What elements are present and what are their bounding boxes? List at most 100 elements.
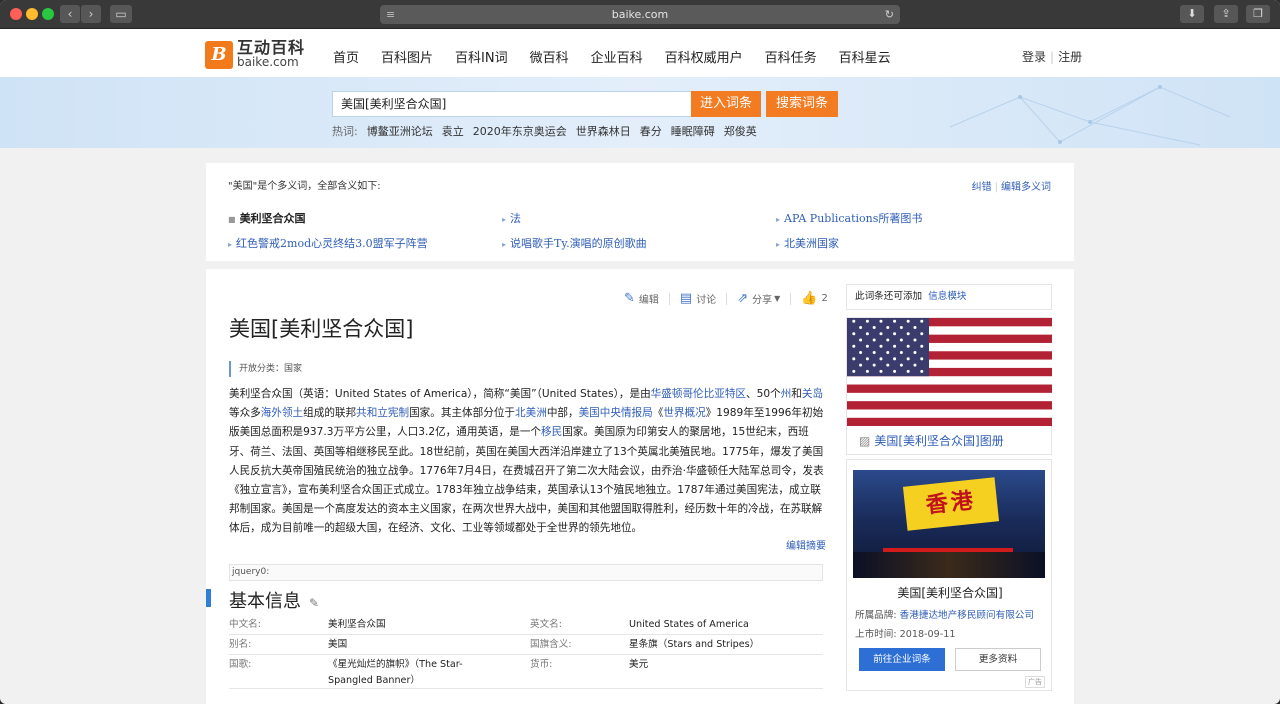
- flag-star: [899, 363, 903, 367]
- sidebar-toggle-button[interactable]: ▭: [110, 5, 132, 23]
- article-link[interactable]: 海外领土: [261, 407, 303, 419]
- article-link[interactable]: 州: [781, 388, 792, 400]
- nav-tasks[interactable]: 百科任务: [765, 47, 817, 66]
- article-link[interactable]: 美国中央情报局: [579, 407, 653, 419]
- info-module-link[interactable]: 信息模块: [928, 291, 966, 302]
- disambiguation-item[interactable]: ▸ 说唱歌手Ty.演唱的原创歌曲: [502, 235, 647, 251]
- nav-in-words[interactable]: 百科IN词: [455, 47, 508, 66]
- tabs-button[interactable]: ❐: [1246, 5, 1270, 23]
- logo-cn: 互动百科: [237, 38, 306, 57]
- edit-summary-link[interactable]: 编辑摘要: [786, 537, 826, 552]
- nav-images[interactable]: 百科图片: [381, 47, 433, 66]
- nav-home[interactable]: 首页: [333, 47, 359, 66]
- correct-link[interactable]: 纠错: [972, 182, 992, 193]
- disambiguation-item[interactable]: ▸ 北美洲国家: [776, 235, 839, 251]
- flag-star: [920, 369, 924, 373]
- nav-nebula[interactable]: 百科星云: [839, 47, 891, 66]
- info-key: 国歌:: [229, 659, 252, 670]
- article-link[interactable]: 关岛: [802, 388, 823, 400]
- article-text: 和: [791, 388, 802, 400]
- hot-word[interactable]: 春分: [640, 123, 662, 139]
- share-button[interactable]: ⇗ 分享 ▼: [737, 291, 780, 306]
- flag-star: [886, 325, 890, 330]
- disambiguation-item[interactable]: ▸ 法: [502, 210, 521, 226]
- brand-link[interactable]: 香港捷达地产移民顾问有限公司: [900, 610, 1034, 621]
- flag-star: [920, 344, 924, 348]
- minimize-window-button[interactable]: [26, 8, 38, 20]
- flag-star: [859, 338, 863, 342]
- hot-word[interactable]: 袁立: [442, 123, 464, 139]
- sidebar-icon: ▭: [115, 7, 127, 21]
- pencil-icon[interactable]: ✎: [309, 596, 319, 610]
- section-marker: [206, 589, 211, 607]
- hot-word[interactable]: 世界森林日: [576, 123, 631, 139]
- search-entry-button[interactable]: 搜索词条: [766, 91, 838, 117]
- ad-banner-image[interactable]: 香港: [853, 470, 1045, 578]
- logo-mark-icon: B: [205, 41, 233, 69]
- back-button[interactable]: ‹: [60, 5, 80, 23]
- table-row: 别名: 美国 国旗含义: 星条旗（Stars and Stripes）: [229, 635, 823, 655]
- bullet-icon: ■: [228, 214, 236, 224]
- flag-star: [852, 344, 856, 348]
- edit-multi-link[interactable]: 编辑多义词: [1001, 182, 1051, 193]
- nav-enterprise[interactable]: 企业百科: [591, 47, 643, 66]
- maximize-window-button[interactable]: [42, 8, 54, 20]
- bullet-icon: ▸: [228, 240, 233, 249]
- enter-entry-button[interactable]: 进入词条: [691, 91, 761, 117]
- reader-icon[interactable]: ≡: [386, 5, 395, 24]
- nav-authority-users[interactable]: 百科权威用户: [665, 47, 743, 66]
- edit-button[interactable]: ✎ 编辑: [624, 291, 659, 306]
- nav-micro[interactable]: 微百科: [530, 47, 569, 66]
- article-link[interactable]: 移民: [541, 426, 562, 438]
- url-text: baike.com: [611, 8, 669, 21]
- flag-star: [865, 332, 869, 336]
- article-link[interactable]: 共和立宪制: [356, 407, 409, 419]
- site-logo[interactable]: B 互动百科 baike.com: [205, 38, 306, 69]
- flag-star: [920, 332, 924, 336]
- flag-star: [872, 351, 876, 355]
- close-window-button[interactable]: [10, 8, 22, 20]
- pencil-icon: ✎: [624, 291, 635, 306]
- us-flag-image[interactable]: [847, 318, 1052, 426]
- flag-star: [865, 369, 869, 373]
- register-link[interactable]: 注册: [1058, 50, 1082, 64]
- go-enterprise-button[interactable]: 前往企业词条: [859, 648, 945, 671]
- article-link[interactable]: 世界概况: [663, 407, 705, 419]
- page-title: 美国[美利坚合众国]: [229, 317, 414, 341]
- article-container: ✎ 编辑 ▤ 讨论 ⇗ 分享 ▼ 👍 2 美国[美利坚合众国] 开放分类：国家 美利坚合众…: [206, 269, 1074, 704]
- site-header: B 互动百科 baike.com 首页 百科图片 百科IN词 微百科 企业百科 …: [0, 29, 1280, 77]
- download-button[interactable]: ⬇: [1180, 5, 1204, 23]
- search-input[interactable]: 美国[美利坚合众国]: [332, 91, 692, 117]
- more-info-button[interactable]: 更多资料: [955, 648, 1041, 671]
- article-text: 中部，: [546, 407, 579, 420]
- article-link[interactable]: 北美洲: [515, 407, 547, 419]
- gallery-link[interactable]: ▨ 美国[美利坚合众国]图册: [859, 432, 1004, 449]
- login-link[interactable]: 登录: [1022, 50, 1046, 64]
- like-button[interactable]: 👍 2: [801, 291, 828, 306]
- flag-star: [913, 363, 917, 367]
- flag-star: [879, 369, 883, 373]
- separator: [790, 292, 792, 305]
- disambiguation-item[interactable]: ▸ APA Publications所著图书: [776, 210, 922, 226]
- table-row: 中文名: 美利坚合众国 英文名: United States of Americ…: [229, 615, 823, 635]
- hot-word[interactable]: 郑俊英: [724, 123, 757, 139]
- flag-star: [913, 351, 917, 355]
- ad-date: 上市时间: 2018-09-11: [855, 629, 956, 640]
- bullet-icon: ▸: [776, 215, 781, 224]
- hot-word[interactable]: 睡眠障碍: [671, 123, 715, 139]
- forward-button[interactable]: ›: [81, 5, 101, 23]
- reload-icon[interactable]: ↻: [885, 5, 894, 24]
- article-text: 组成的联邦: [303, 407, 357, 420]
- article-link[interactable]: 华盛顿哥伦比亚特区: [651, 388, 746, 400]
- flag-star: [859, 325, 863, 330]
- hot-word[interactable]: 2020年东京奥运会: [473, 123, 567, 139]
- discuss-button[interactable]: ▤ 讨论: [680, 291, 716, 306]
- address-bar[interactable]: ≡ baike.com ↻: [380, 5, 900, 24]
- share-browser-button[interactable]: ⇪: [1214, 5, 1238, 23]
- article-summary: 美利坚合众国（英语：United States of America），简称“美…: [229, 385, 825, 539]
- disambiguation-item[interactable]: ▸ 红色警戒2mod心灵终结3.0盟军子阵营: [228, 235, 428, 251]
- info-value: 星条旗（Stars and Stripes）: [629, 639, 760, 650]
- flag-star: [852, 332, 856, 336]
- hot-word[interactable]: 博鳌亚洲论坛: [367, 123, 433, 139]
- disambiguation-box: "美国"是个多义词，全部含义如下: 纠错 | 编辑多义词 ■ 美利坚合众国 ▸ 法 ▸ A…: [206, 163, 1074, 261]
